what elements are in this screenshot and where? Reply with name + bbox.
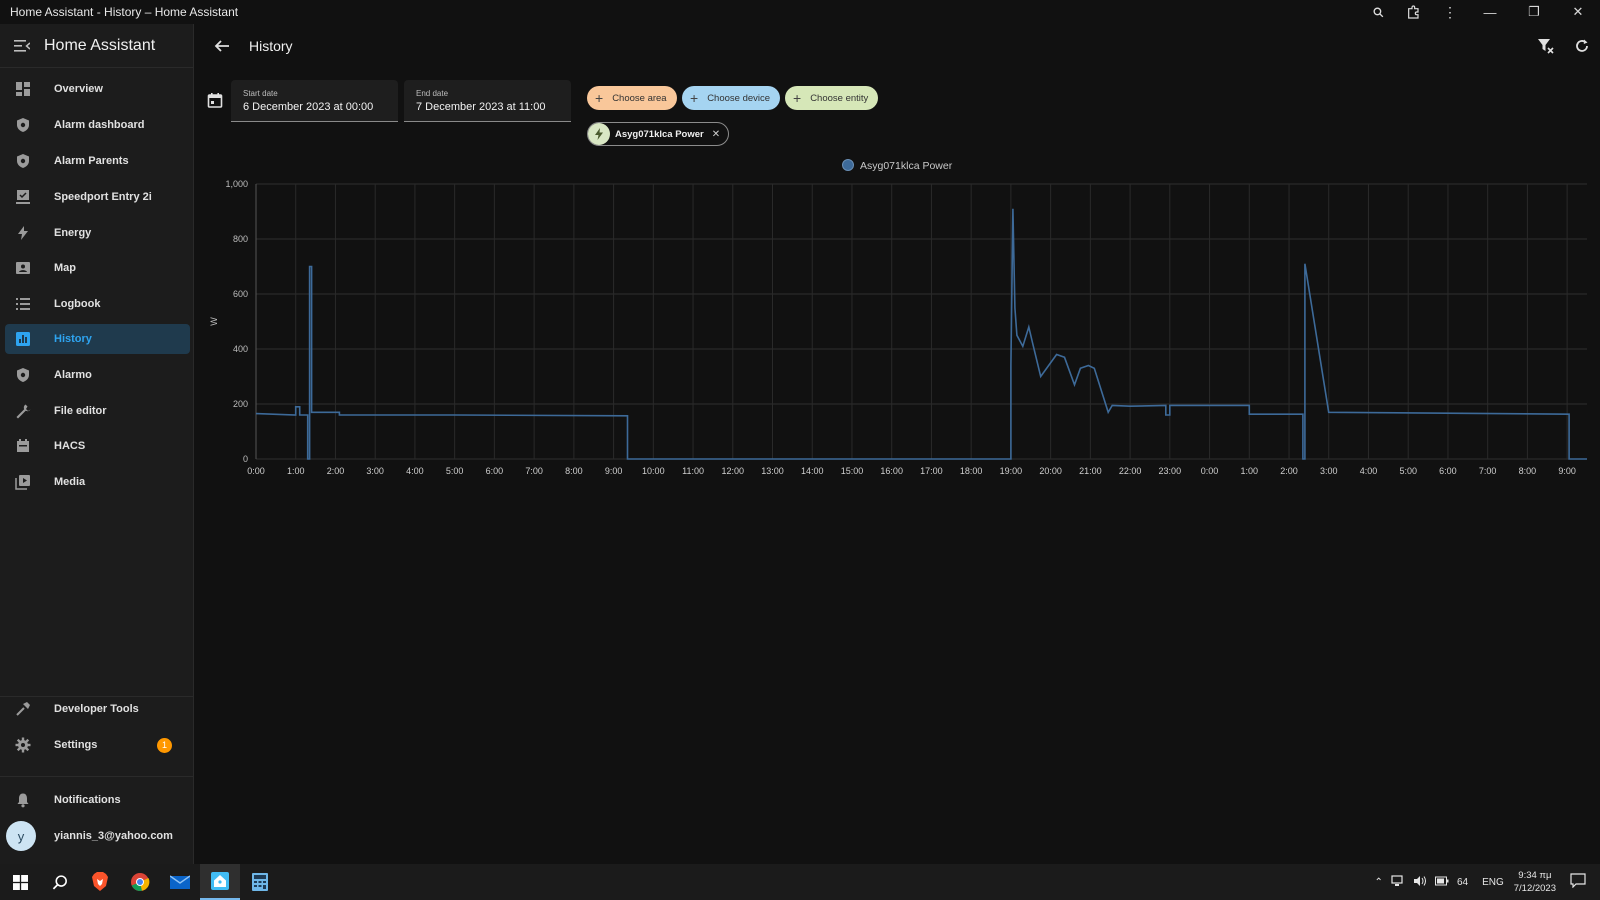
- battery-level: 64: [1456, 876, 1469, 888]
- x-tick-label: 12:00: [722, 466, 745, 476]
- chrome-icon[interactable]: [120, 864, 160, 900]
- x-tick-label: 1:00: [287, 466, 305, 476]
- y-tick-label: 600: [233, 289, 248, 299]
- x-tick-label: 7:00: [1479, 466, 1497, 476]
- x-tick-label: 4:00: [1360, 466, 1378, 476]
- brave-browser-icon[interactable]: [80, 864, 120, 900]
- x-tick-label: 1:00: [1241, 466, 1259, 476]
- clock-time: 9:34 πμ: [1518, 870, 1552, 881]
- legend-label: Asyg071klca Power: [860, 160, 953, 172]
- x-tick-label: 20:00: [1039, 466, 1062, 476]
- system-tray: ⌃ 64 ENG 9:34 πμ 7/12/2023: [1371, 864, 1600, 900]
- x-tick-label: 11:00: [682, 466, 704, 476]
- chart-grid: [255, 183, 1587, 460]
- x-tick-label: 3:00: [1320, 466, 1338, 476]
- x-axis: 0:00 1:00 2:00 3:00 4:00 5:00 6:00 7:00 8:00 9:00…: [247, 466, 1576, 476]
- y-tick-label: 800: [233, 234, 248, 244]
- x-tick-label: 6:00: [486, 466, 504, 476]
- x-tick-label: 23:00: [1159, 466, 1182, 476]
- x-tick-label: 8:00: [1519, 466, 1537, 476]
- battery-icon[interactable]: [1434, 876, 1449, 889]
- x-tick-label: 18:00: [960, 466, 983, 476]
- volume-icon[interactable]: [1413, 875, 1427, 890]
- x-tick-label: 17:00: [920, 466, 943, 476]
- x-tick-label: 5:00: [1399, 466, 1417, 476]
- x-tick-label: 16:00: [880, 466, 903, 476]
- language-indicator[interactable]: ENG: [1482, 877, 1504, 888]
- x-tick-label: 9:00: [605, 466, 623, 476]
- x-tick-label: 5:00: [446, 466, 464, 476]
- y-tick-label: 0: [243, 454, 248, 464]
- x-tick-label: 3:00: [366, 466, 384, 476]
- chart-legend[interactable]: Asyg071klca Power: [842, 159, 953, 173]
- chart-series: [255, 208, 1587, 460]
- x-tick-label: 14:00: [801, 466, 824, 476]
- x-tick-label: 21:00: [1079, 466, 1102, 476]
- history-chart: 0 200 400 600 800 1,000 0:00 1:00 2:00 3:00 4:00 5…: [209, 159, 1587, 476]
- home-assistant-app-icon[interactable]: [200, 864, 240, 900]
- network-icon[interactable]: [1391, 874, 1405, 890]
- series-line: [255, 208, 1587, 460]
- x-tick-label: 2:00: [327, 466, 345, 476]
- windows-start-icon[interactable]: [0, 864, 40, 900]
- x-tick-label: 22:00: [1119, 466, 1142, 476]
- clock-date: 7/12/2023: [1513, 883, 1556, 894]
- x-tick-label: 15:00: [841, 466, 864, 476]
- x-tick-label: 2:00: [1280, 466, 1298, 476]
- x-tick-label: 19:00: [1000, 466, 1023, 476]
- x-tick-label: 0:00: [247, 466, 265, 476]
- y-tick-label: 1,000: [225, 179, 248, 189]
- x-tick-label: 13:00: [761, 466, 784, 476]
- taskbar-search-icon[interactable]: [40, 864, 80, 900]
- x-tick-label: 8:00: [565, 466, 583, 476]
- x-tick-label: 10:00: [642, 466, 665, 476]
- action-center-icon[interactable]: [1570, 873, 1586, 891]
- x-tick-label: 0:00: [1201, 466, 1219, 476]
- y-axis-label: W: [209, 317, 219, 326]
- taskbar: ⌃ 64 ENG 9:34 πμ 7/12/2023: [0, 864, 1600, 900]
- y-tick-label: 200: [233, 399, 248, 409]
- legend-swatch: [842, 159, 854, 171]
- calculator-icon[interactable]: [240, 864, 280, 900]
- x-tick-label: 7:00: [525, 466, 543, 476]
- clock[interactable]: 9:34 πμ 7/12/2023: [1514, 869, 1556, 895]
- chevron-up-icon[interactable]: ⌃: [1375, 877, 1383, 888]
- x-tick-label: 4:00: [406, 466, 424, 476]
- y-tick-label: 400: [233, 344, 248, 354]
- x-tick-label: 6:00: [1439, 466, 1457, 476]
- x-tick-label: 9:00: [1558, 466, 1576, 476]
- y-axis: 0 200 400 600 800 1,000: [225, 179, 248, 464]
- mail-icon[interactable]: [160, 864, 200, 900]
